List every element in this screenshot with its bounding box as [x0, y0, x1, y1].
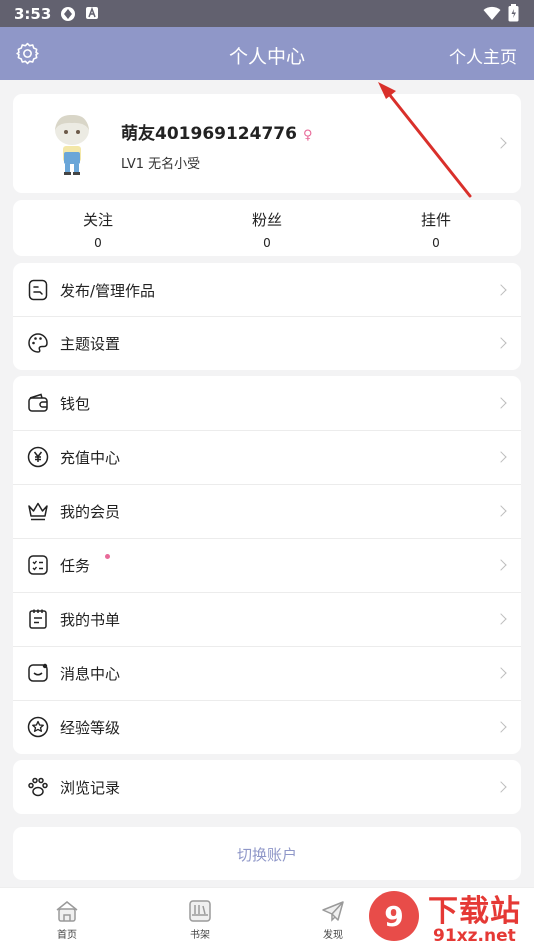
- menu-item-label: 消息中心: [60, 665, 121, 683]
- menu-item-label: 主题设置: [60, 335, 121, 353]
- stat-value: 0: [432, 236, 440, 250]
- wallet-icon: [28, 393, 48, 412]
- chevron-right-icon: [495, 721, 507, 733]
- yuan-coin-icon: [27, 446, 49, 468]
- chevron-right-icon: [495, 613, 507, 625]
- menu-item-membership[interactable]: 我的会员: [13, 484, 521, 538]
- chevron-right-icon: [495, 337, 507, 349]
- menu-group-history: 浏览记录: [13, 760, 521, 814]
- unread-dot-badge: [105, 554, 110, 559]
- avatar[interactable]: [45, 110, 99, 176]
- stat-value: 0: [94, 236, 102, 250]
- chevron-right-icon: [495, 137, 507, 149]
- site-watermark: 9 下载站 91xz.net: [366, 882, 534, 950]
- status-time: 3:53: [14, 5, 52, 23]
- user-level: LV1 无名小受: [121, 157, 201, 172]
- chevron-right-icon: [495, 505, 507, 517]
- menu-item-booklist[interactable]: 我的书单: [13, 592, 521, 646]
- menu-group-works: 发布/管理作品 主题设置: [13, 263, 521, 370]
- notification-icon: [86, 6, 98, 19]
- tab-home[interactable]: 首页: [22, 888, 112, 941]
- menu-item-publish[interactable]: 发布/管理作品: [13, 263, 521, 317]
- tab-bookshelf[interactable]: 书架: [155, 888, 245, 941]
- chevron-right-icon: [495, 451, 507, 463]
- menu-item-messages[interactable]: 消息中心: [13, 646, 521, 700]
- female-gender-icon: ♀: [302, 128, 313, 143]
- svg-text:9: 9: [384, 900, 403, 933]
- home-icon: [56, 901, 78, 922]
- bookshelf-icon: [189, 900, 211, 922]
- status-bar: 3:53: [0, 0, 534, 27]
- menu-item-label: 发布/管理作品: [60, 282, 156, 300]
- menu-item-label: 充值中心: [60, 449, 121, 467]
- tab-label: 首页: [57, 930, 77, 941]
- menu-item-label: 经验等级: [60, 719, 121, 737]
- username: 萌友401969124776 ♀: [121, 119, 312, 144]
- menu-item-wallet[interactable]: 钱包: [13, 376, 521, 430]
- paw-icon: [28, 777, 48, 797]
- profile-card[interactable]: 萌友401969124776 ♀ LV1 无名小受: [13, 94, 521, 193]
- watermark-domain: 91xz.net: [430, 926, 519, 946]
- switch-account-label: 切换账户: [236, 846, 297, 864]
- stat-followers[interactable]: 粉丝 0: [207, 209, 327, 250]
- menu-item-tasks[interactable]: 任务: [13, 538, 521, 592]
- watermark-brand: 下载站: [428, 894, 521, 929]
- app-header: 个人中心 个人主页: [0, 27, 534, 80]
- chevron-right-icon: [495, 667, 507, 679]
- stat-following[interactable]: 关注 0: [38, 209, 158, 250]
- chevron-right-icon: [495, 781, 507, 793]
- vpn-icon: [61, 7, 75, 21]
- tab-label: 书架: [190, 930, 210, 941]
- menu-item-experience-level[interactable]: 经验等级: [13, 700, 521, 754]
- menu-item-recharge[interactable]: 充值中心: [13, 430, 521, 484]
- tab-label: 发现: [323, 930, 343, 941]
- crown-icon: [28, 502, 48, 521]
- stat-label: 关注: [82, 211, 113, 229]
- notebook-icon: [29, 609, 47, 629]
- tab-discover[interactable]: 发现: [288, 888, 378, 941]
- message-icon: [28, 663, 48, 682]
- menu-item-theme[interactable]: 主题设置: [13, 316, 521, 370]
- username-text: 萌友401969124776: [121, 124, 297, 144]
- star-badge-icon: [27, 716, 49, 738]
- chevron-right-icon: [495, 397, 507, 409]
- menu-group-account: 钱包 充值中心 我的会员 任务 我的书单 消息中心 经验等级: [13, 376, 521, 754]
- switch-account-button[interactable]: 切换账户: [13, 827, 521, 880]
- menu-item-browse-history[interactable]: 浏览记录: [13, 760, 521, 814]
- paper-plane-icon: [322, 901, 344, 922]
- wifi-icon: [483, 6, 501, 20]
- stat-label: 粉丝: [251, 211, 282, 229]
- menu-item-label: 我的会员: [60, 503, 121, 521]
- stat-label: 挂件: [420, 211, 451, 229]
- stats-card: 关注 0 粉丝 0 挂件 0: [13, 200, 521, 256]
- publish-icon: [28, 279, 48, 301]
- task-list-icon: [28, 555, 48, 575]
- personal-homepage-link[interactable]: 个人主页: [449, 43, 517, 68]
- stat-pendants[interactable]: 挂件 0: [376, 209, 496, 250]
- palette-icon: [28, 333, 48, 353]
- menu-item-label: 任务: [60, 557, 91, 575]
- chevron-right-icon: [495, 284, 507, 296]
- menu-item-label: 我的书单: [60, 611, 121, 629]
- stat-value: 0: [263, 236, 271, 250]
- menu-item-label: 浏览记录: [60, 779, 121, 797]
- menu-item-label: 钱包: [60, 395, 91, 413]
- chevron-right-icon: [495, 559, 507, 571]
- battery-icon: [508, 4, 519, 22]
